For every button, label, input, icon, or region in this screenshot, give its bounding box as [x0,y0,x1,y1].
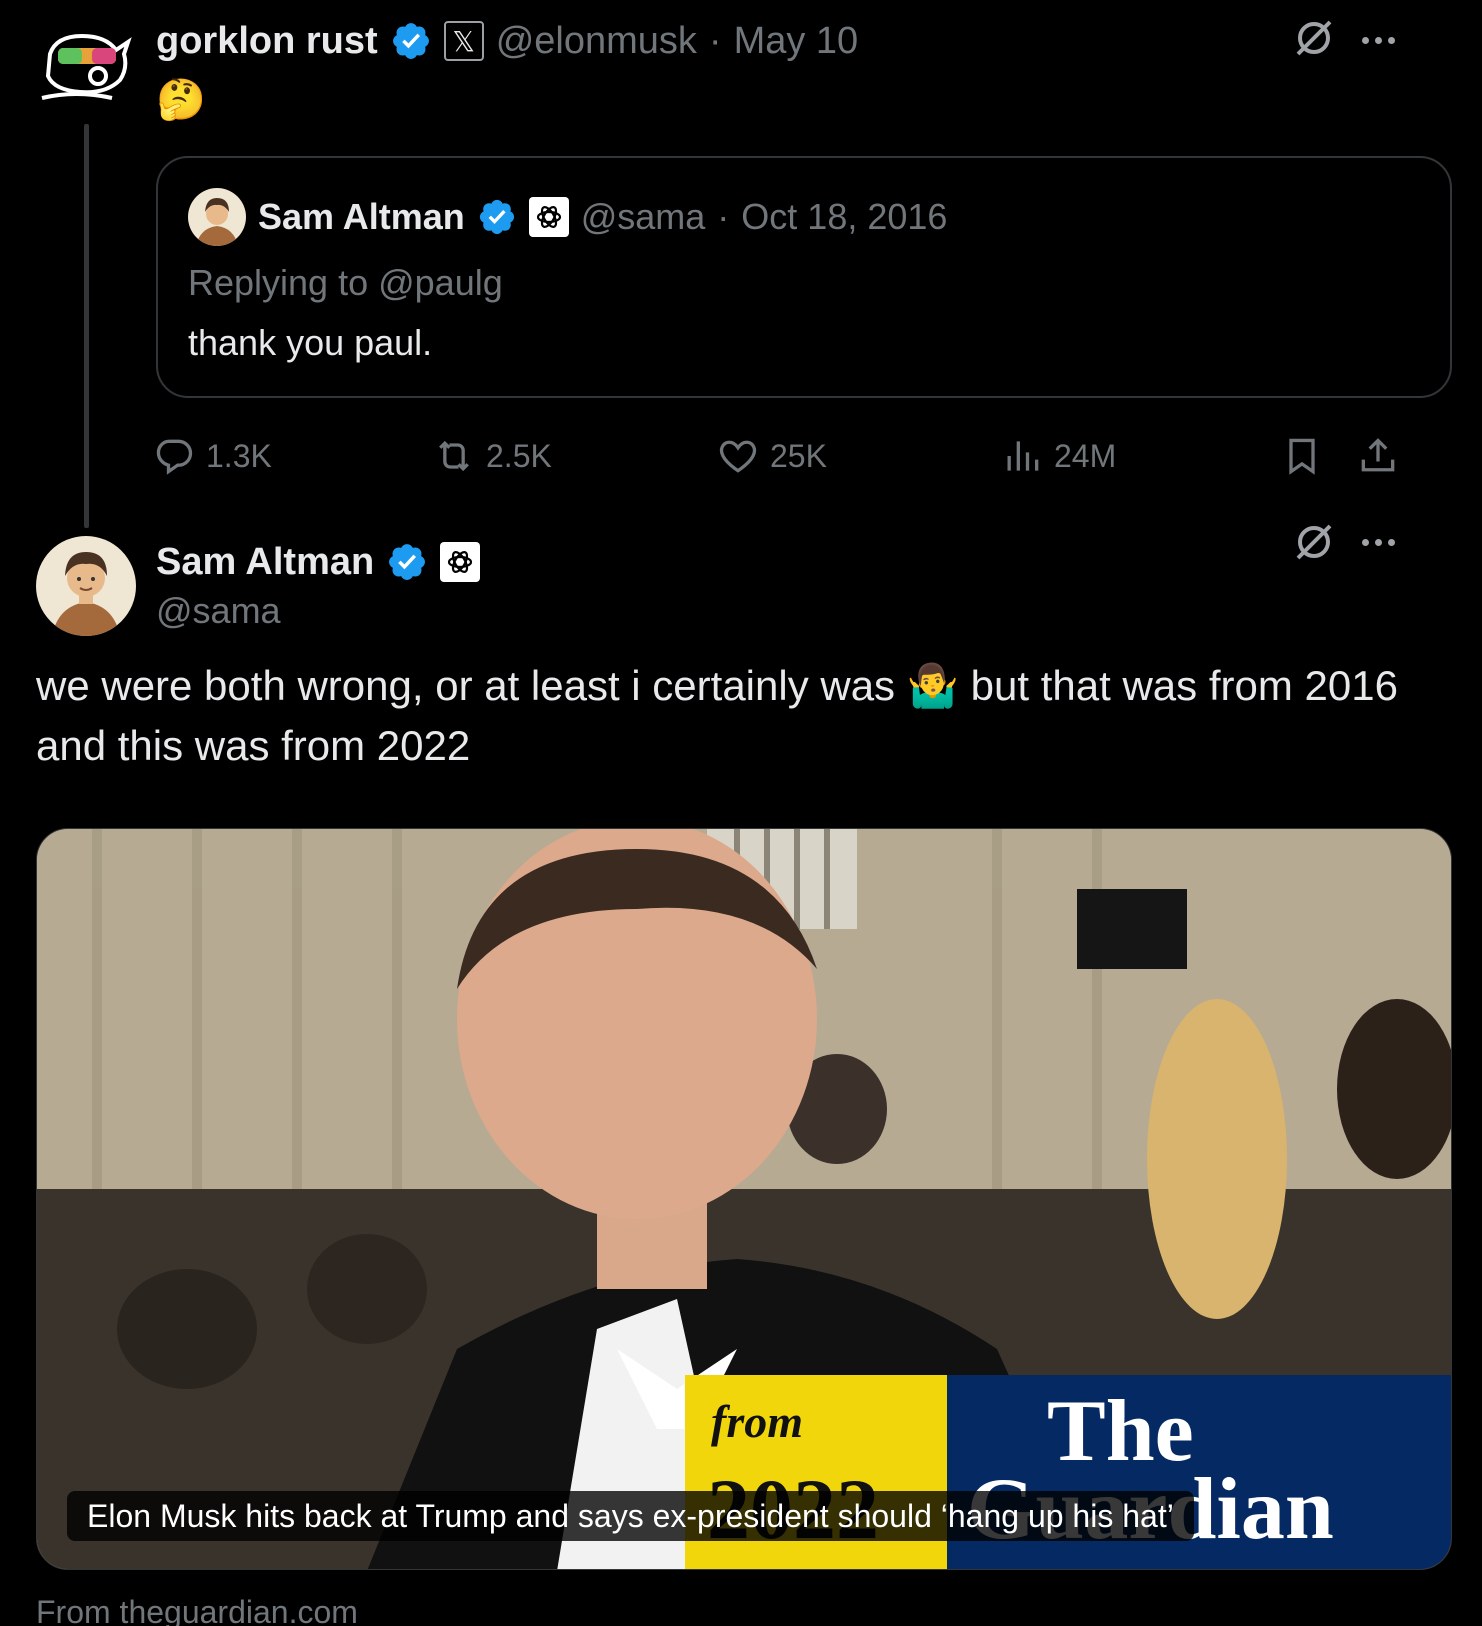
grok-icon[interactable] [1292,16,1336,60]
author-name[interactable]: Sam Altman [156,541,374,584]
verified-badge-icon [479,199,514,235]
author-handle[interactable]: @elonmusk [496,20,697,63]
share-icon [1361,438,1395,472]
more-icon[interactable] [1362,536,1402,548]
grok-icon[interactable] [1292,520,1336,564]
more-icon[interactable] [1362,34,1402,46]
quote-header: Sam Altman @sama · Oct 18, 2016 [188,188,947,246]
views-icon [1007,441,1039,471]
tweet-text: 🤔 [156,78,206,122]
quote-author-name[interactable]: Sam Altman [258,196,465,238]
author-name[interactable]: gorklon rust [156,20,378,63]
quote-text: thank you paul. [188,322,433,363]
gorklon-avatar[interactable] [36,24,140,104]
tweet-header: gorklon rust 𝕏 @elonmusk · May 10 [156,14,858,68]
repost-button[interactable]: 2.5K [432,428,552,484]
badge-from-label: from [711,1396,803,1447]
verified-badge-icon [392,23,429,59]
replying-to[interactable]: Replying to @paulg [188,262,503,304]
quoted-tweet[interactable]: Sam Altman @sama · Oct 18, 2016 Replying… [156,156,1452,398]
reply-count: 1.3K [206,437,272,474]
separator: · [717,196,730,237]
repost-count: 2.5K [486,437,552,474]
openai-affiliate-icon [528,197,569,237]
openai-affiliate-icon [440,542,481,582]
quote-author-handle[interactable]: @sama [581,196,706,238]
link-source[interactable]: From theguardian.com [36,1594,358,1626]
like-count: 25K [770,437,827,474]
x-affiliate-icon: 𝕏 [443,21,484,61]
tweet-sama[interactable]: Sam Altman @sama we were both wrong, or … [0,524,1482,1626]
sama-avatar[interactable] [36,536,136,636]
quote-avatar [188,188,246,246]
reply-button[interactable]: 1.3K [152,428,272,484]
action-bar: 1.3K 2.5K 25K 24M [156,428,1452,484]
link-card-image[interactable]: from 2022 The Guardian Elon Musk hits ba… [36,828,1452,1570]
bookmark-icon [1289,438,1315,475]
like-icon [719,440,757,473]
verified-badge-icon [389,544,426,580]
thread-line [84,124,89,528]
quote-date[interactable]: Oct 18, 2016 [741,196,947,238]
like-button[interactable]: 25K [716,428,827,484]
bookmark-button[interactable] [1280,428,1324,484]
views-count: 24M [1054,437,1117,474]
reply-icon [156,439,193,475]
share-button[interactable] [1356,428,1400,484]
repost-icon [439,440,469,472]
tweet-date[interactable]: May 10 [734,20,859,63]
tweet-text: we were both wrong, or at least i certai… [36,662,1398,769]
author-handle[interactable]: @sama [156,590,281,632]
tweet-header: Sam Altman [156,538,481,586]
views-button[interactable]: 24M [1000,428,1116,484]
tweet-gorklon[interactable]: gorklon rust 𝕏 @elonmusk · May 10 🤔 Sam [0,0,1482,530]
link-card-title[interactable]: Elon Musk hits back at Trump and says ex… [67,1491,1194,1541]
separator: · [708,19,722,62]
